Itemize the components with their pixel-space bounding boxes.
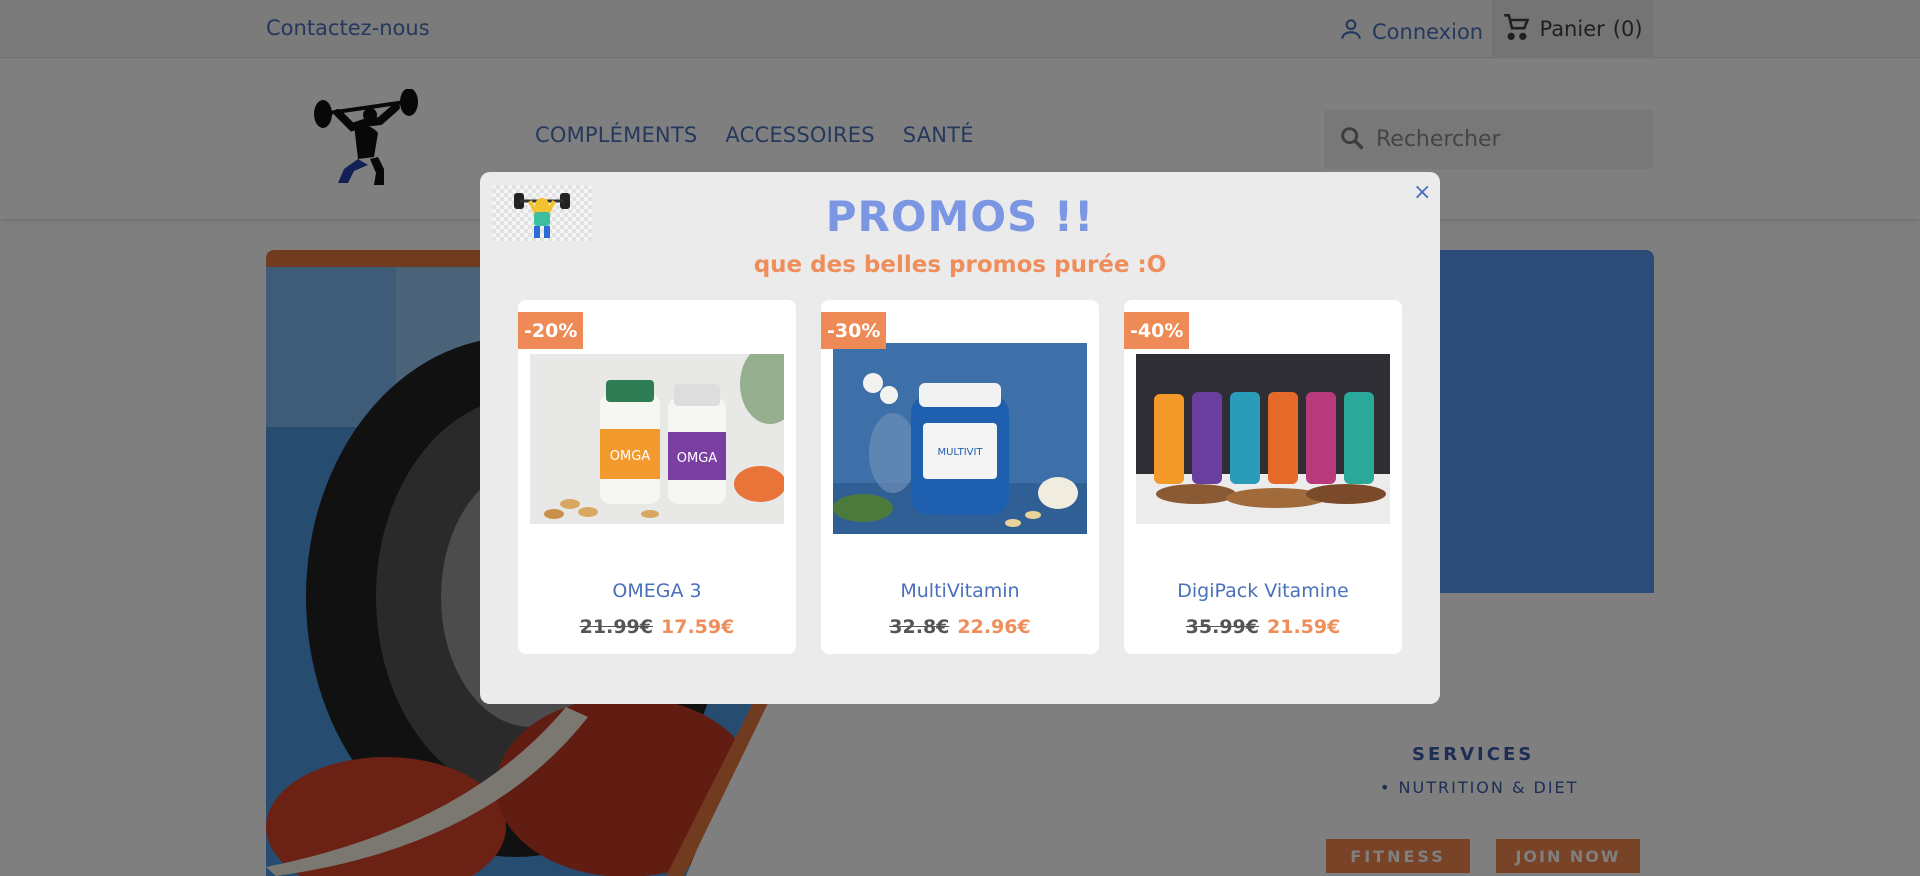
- new-price: 17.59€: [661, 616, 735, 638]
- product-name[interactable]: OMEGA 3: [518, 580, 796, 602]
- old-price: 35.99€: [1185, 616, 1259, 638]
- product-name[interactable]: DigiPack Vitamine: [1124, 580, 1402, 602]
- product-image[interactable]: MULTIVIT: [833, 343, 1087, 534]
- discount-badge: -30%: [821, 312, 887, 349]
- svg-text:OMGA: OMGA: [610, 449, 651, 464]
- discount-badge: -40%: [1124, 312, 1190, 349]
- product-card[interactable]: MULTIVIT -30% MultiVitamin 32.8€ 22.96€: [821, 300, 1099, 654]
- product-prices: 21.99€ 17.59€: [518, 616, 796, 638]
- product-image[interactable]: [1136, 354, 1390, 524]
- promo-modal: × PROMOS !! que des belles promos purée …: [480, 172, 1440, 704]
- product-prices: 35.99€ 21.59€: [1124, 616, 1402, 638]
- new-price: 22.96€: [957, 616, 1031, 638]
- product-card[interactable]: -40% DigiPack Vitamine 35.99€ 21.59€: [1124, 300, 1402, 654]
- discount-badge: -20%: [518, 312, 584, 349]
- old-price: 32.8€: [889, 616, 950, 638]
- modal-subtitle: que des belles promos purée :O: [753, 252, 1167, 278]
- svg-text:OMGA: OMGA: [677, 451, 718, 466]
- product-prices: 32.8€ 22.96€: [821, 616, 1099, 638]
- product-name[interactable]: MultiVitamin: [821, 580, 1099, 602]
- new-price: 21.59€: [1267, 616, 1341, 638]
- old-price: 21.99€: [579, 616, 653, 638]
- modal-title: PROMOS !!: [825, 192, 1095, 241]
- svg-text:MULTIVIT: MULTIVIT: [937, 447, 983, 458]
- product-card[interactable]: OMGA OMGA -20% OMEGA 3 21.99€ 17.59€: [518, 300, 796, 654]
- product-image[interactable]: OMGA OMGA: [530, 354, 784, 524]
